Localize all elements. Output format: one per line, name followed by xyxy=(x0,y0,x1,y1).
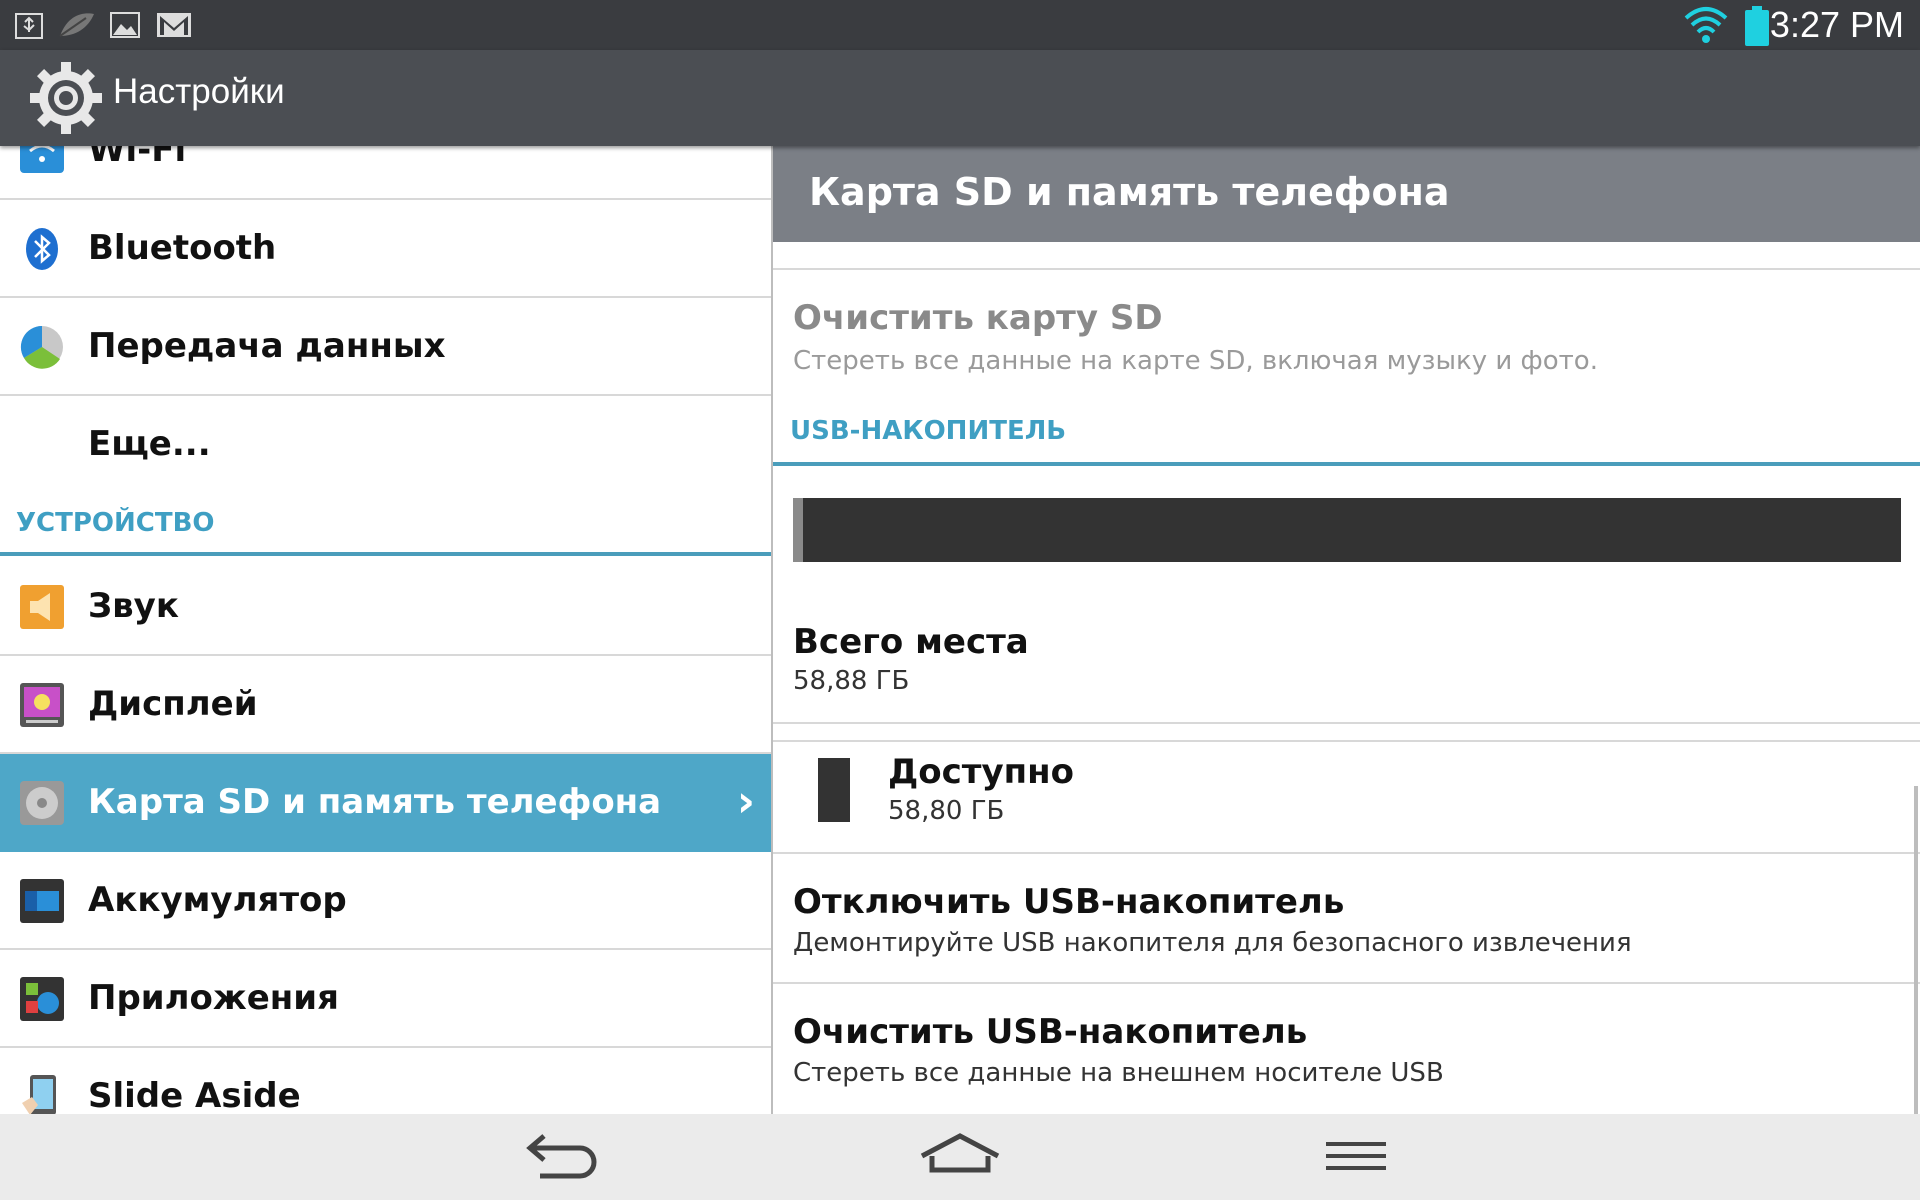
bluetooth-icon xyxy=(26,228,58,270)
total-space-item: Всего места 58,88 ГБ xyxy=(773,594,1920,724)
storage-used-fill xyxy=(793,498,803,562)
total-space-value: 58,88 ГБ xyxy=(793,666,910,696)
battery-settings-icon xyxy=(20,879,64,923)
sidebar-item-apps[interactable]: Приложения xyxy=(0,950,771,1048)
menu-icon[interactable] xyxy=(1306,1126,1406,1186)
sidebar-item-label: Карта SD и память телефона xyxy=(88,782,662,822)
clear-usb-title: Очистить USB-накопитель xyxy=(793,1012,1308,1052)
wifi-settings-icon xyxy=(20,146,64,173)
unmount-usb-item[interactable]: Отключить USB-накопитель Демонтируйте US… xyxy=(773,854,1920,984)
sidebar-item-battery[interactable]: Аккумулятор xyxy=(0,852,771,950)
sidebar-item-label: Передача данных xyxy=(88,326,446,366)
sidebar-item-label: Звук xyxy=(88,586,179,626)
storage-usage-bar xyxy=(793,498,1901,562)
scrollbar[interactable] xyxy=(1914,786,1918,1114)
settings-list[interactable]: Wi-Fi Bluetooth Передача данных Еще... У… xyxy=(0,146,771,1114)
sidebar-item-label: Wi-Fi xyxy=(88,146,187,170)
sidebar-item-wifi[interactable]: Wi-Fi xyxy=(0,146,771,200)
available-space-value: 58,80 ГБ xyxy=(888,796,1005,826)
sidebar-item-label: Приложения xyxy=(88,978,339,1018)
navigation-bar xyxy=(0,1114,1920,1200)
section-header-label: УСТРОЙСТВО xyxy=(16,508,215,538)
clear-usb-summary: Стереть все данные на внешнем носителе U… xyxy=(793,1058,1444,1088)
data-usage-icon xyxy=(20,325,63,369)
clear-sd-item[interactable]: Очистить карту SD Стереть все данные на … xyxy=(773,270,1920,402)
action-bar: Настройки xyxy=(0,50,1920,146)
leaf-icon xyxy=(59,13,94,37)
clipped-item xyxy=(773,242,1920,270)
sidebar-item-label: Аккумулятор xyxy=(88,880,347,920)
available-space-title: Доступно xyxy=(888,752,1075,792)
battery-icon xyxy=(1745,6,1769,46)
clock: 3:27 PM xyxy=(1769,4,1904,45)
image-icon xyxy=(110,12,140,38)
detail-title: Карта SD и память телефона xyxy=(809,170,1450,214)
home-icon[interactable] xyxy=(910,1126,1010,1186)
clear-sd-title: Очистить карту SD xyxy=(793,298,1163,338)
back-icon[interactable] xyxy=(512,1126,612,1186)
sidebar-item-bluetooth[interactable]: Bluetooth xyxy=(0,200,771,298)
unmount-usb-title: Отключить USB-накопитель xyxy=(793,882,1345,922)
sidebar-item-data-usage[interactable]: Передача данных xyxy=(0,298,771,396)
section-header-device: УСТРОЙСТВО xyxy=(0,494,771,556)
clear-sd-summary: Стереть все данные на карте SD, включая … xyxy=(793,346,1598,376)
sound-icon xyxy=(20,585,64,629)
gmail-icon xyxy=(157,13,191,37)
status-bar: 3:27 PM xyxy=(0,0,1920,50)
sidebar-item-label: Еще... xyxy=(88,424,211,464)
apps-icon xyxy=(20,977,64,1021)
total-space-title: Всего места xyxy=(793,622,1029,662)
section-header-label: USB-НАКОПИТЕЛЬ xyxy=(790,416,1067,446)
slide-aside-icon xyxy=(22,1075,56,1114)
sidebar-item-label: Slide Aside xyxy=(88,1076,301,1114)
sidebar-item-slide-aside[interactable]: Slide Aside xyxy=(0,1048,771,1114)
available-space-item: Доступно 58,80 ГБ xyxy=(773,724,1920,854)
sidebar-item-sound[interactable]: Звук xyxy=(0,558,771,656)
available-legend-swatch xyxy=(818,758,850,822)
storage-icon xyxy=(20,781,64,825)
settings-gear-icon[interactable] xyxy=(26,58,106,138)
sidebar-item-storage[interactable]: Карта SD и память телефона › xyxy=(0,754,771,852)
section-header-usb: USB-НАКОПИТЕЛЬ xyxy=(773,402,1920,466)
sidebar-item-display[interactable]: Дисплей xyxy=(0,656,771,754)
chevron-right-icon: › xyxy=(736,776,755,827)
sidebar-item-more[interactable]: Еще... xyxy=(0,396,771,494)
sidebar-item-label: Bluetooth xyxy=(88,228,277,268)
clear-usb-item[interactable]: Очистить USB-накопитель Стереть все данн… xyxy=(773,984,1920,1114)
detail-header: Карта SD и память телефона xyxy=(773,146,1920,242)
app-title: Настройки xyxy=(113,72,285,111)
display-icon xyxy=(20,683,64,727)
wifi-icon xyxy=(1684,7,1728,43)
storage-detail-pane[interactable]: Карта SD и память телефона Очистить карт… xyxy=(771,146,1920,1114)
unmount-usb-summary: Демонтируйте USB накопителя для безопасн… xyxy=(793,928,1632,958)
usb-icon xyxy=(15,13,43,39)
sidebar-item-label: Дисплей xyxy=(88,684,258,724)
